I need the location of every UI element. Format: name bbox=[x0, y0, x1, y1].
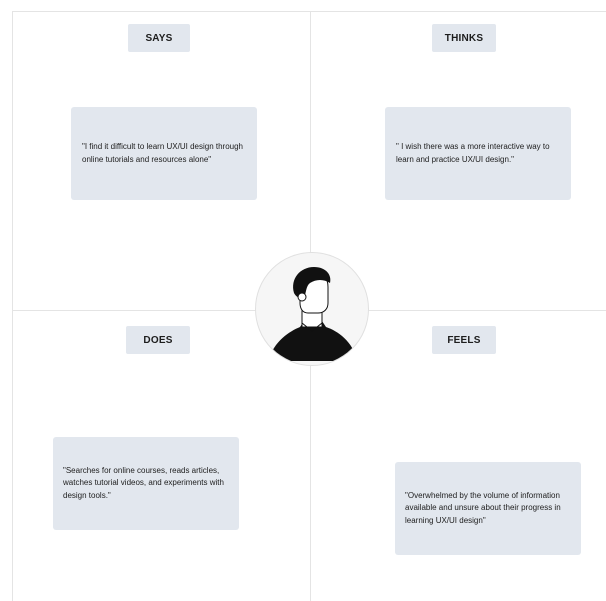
says-label: SAYS bbox=[128, 24, 190, 52]
says-note-text: "I find it difficult to learn UX/UI desi… bbox=[82, 142, 243, 164]
empathy-map: SAYS "I find it difficult to learn UX/UI… bbox=[0, 0, 606, 601]
does-note: "Searches for online courses, reads arti… bbox=[53, 437, 239, 530]
feels-label: FEELS bbox=[432, 326, 496, 354]
user-avatar-icon bbox=[268, 267, 358, 361]
thinks-note-text: " I wish there was a more interactive wa… bbox=[396, 142, 550, 164]
says-note: "I find it difficult to learn UX/UI desi… bbox=[71, 107, 257, 200]
user-avatar bbox=[255, 252, 369, 366]
feels-note-text: "Overwhelmed by the volume of informatio… bbox=[405, 490, 561, 525]
does-label: DOES bbox=[126, 326, 190, 354]
thinks-note: " I wish there was a more interactive wa… bbox=[385, 107, 571, 200]
thinks-label: THINKS bbox=[432, 24, 496, 52]
does-note-text: "Searches for online courses, reads arti… bbox=[63, 465, 224, 500]
feels-note: "Overwhelmed by the volume of informatio… bbox=[395, 462, 581, 555]
